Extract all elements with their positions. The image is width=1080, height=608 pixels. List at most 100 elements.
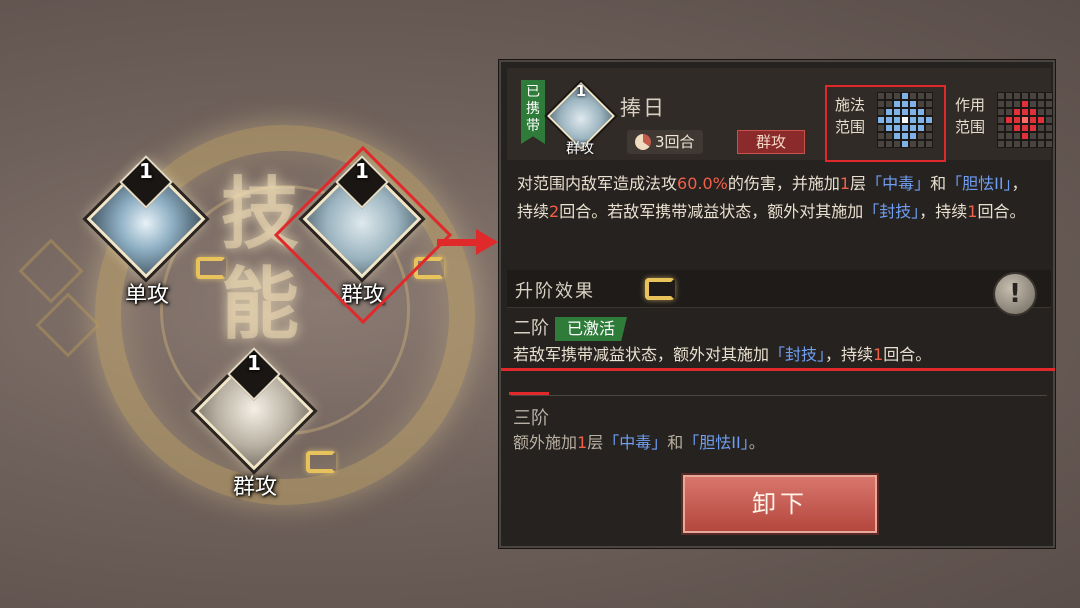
range-cell bbox=[1021, 108, 1029, 116]
desc-text: 对范围内敌军造成法攻 bbox=[517, 174, 678, 193]
range-cell bbox=[1045, 92, 1053, 100]
range-cell bbox=[1005, 116, 1013, 124]
range-cell bbox=[1005, 124, 1013, 132]
skill-slot-group-attack[interactable]: 1 群攻 bbox=[190, 347, 336, 507]
tier-3-description: 额外施加1层「中毒」和「胆怯II」。 bbox=[513, 430, 1043, 456]
range-cell bbox=[997, 100, 1005, 108]
desc-text: 额外施加 bbox=[513, 433, 578, 452]
tier-3: 三阶 额外施加1层「中毒」和「胆怯II」。 bbox=[513, 404, 1043, 456]
range-cell bbox=[1037, 92, 1045, 100]
range-cell bbox=[1013, 100, 1021, 108]
range-cell bbox=[1005, 108, 1013, 116]
status-fear-link[interactable]: 「胆怯II」 bbox=[946, 174, 1011, 193]
status-seal-link[interactable]: 「封技」 bbox=[863, 202, 919, 221]
range-cell bbox=[1029, 132, 1037, 140]
range-cell bbox=[1013, 124, 1021, 132]
gold-scroll-icon bbox=[196, 257, 226, 279]
range-cell bbox=[1021, 92, 1029, 100]
tier-name: 二阶 bbox=[513, 318, 549, 339]
range-cell bbox=[1037, 124, 1045, 132]
gold-scroll-icon bbox=[306, 451, 336, 473]
range-cell bbox=[1013, 92, 1021, 100]
desc-text: 的伤害，并施加 bbox=[727, 174, 840, 193]
desc-text: 层 bbox=[850, 174, 867, 193]
range-cell bbox=[997, 108, 1005, 116]
desc-text: ，持续 bbox=[919, 202, 968, 221]
tier-2: 二阶 已激活 若敌军携带减益状态，额外对其施加「封技」，持续1回合。 bbox=[513, 314, 1043, 368]
effect-range-grid bbox=[997, 92, 1053, 148]
range-cell bbox=[997, 92, 1005, 100]
desc-text: 回合。若敌军携带减益状态，额外对其施加 bbox=[559, 202, 864, 221]
range-cell bbox=[1005, 92, 1013, 100]
upgrade-title: 升阶效果 bbox=[515, 281, 595, 302]
range-cell bbox=[1045, 100, 1053, 108]
desc-text: 层 bbox=[587, 433, 604, 452]
range-cell bbox=[1005, 132, 1013, 140]
attack-type-pill: 群攻 bbox=[737, 130, 805, 154]
range-cell bbox=[997, 124, 1005, 132]
range-cell bbox=[1045, 108, 1053, 116]
range-cell bbox=[997, 140, 1005, 148]
highlight-underline bbox=[501, 368, 1055, 371]
range-cell bbox=[1029, 140, 1037, 148]
skill-detail-panel: 已携带 1 群攻 捧日 3回合 群攻 施法范围 作用范围 对范围内敌军造成法攻6… bbox=[499, 60, 1055, 548]
skill-header: 已携带 1 群攻 捧日 3回合 群攻 施法范围 作用范围 bbox=[507, 68, 1053, 162]
range-cell bbox=[997, 132, 1005, 140]
range-cell bbox=[1013, 140, 1021, 148]
desc-text: 和 bbox=[667, 433, 684, 452]
range-cell bbox=[1013, 116, 1021, 124]
skill-icon-type: 群攻 bbox=[566, 141, 594, 157]
range-cell bbox=[1021, 132, 1029, 140]
desc-text: 若敌军携带减益状态，额外对其施加 bbox=[513, 345, 770, 364]
unload-button[interactable]: 卸下 bbox=[683, 475, 877, 533]
stack-count: 1 bbox=[839, 174, 851, 193]
range-cell bbox=[1013, 132, 1021, 140]
skill-description: 对范围内敌军造成法攻60.0%的伤害，并施加1层「中毒」和「胆怯II」，持续2回… bbox=[511, 170, 1047, 226]
cooldown-text: 3回合 bbox=[655, 133, 695, 151]
tier-active-badge: 已激活 bbox=[555, 317, 628, 341]
tier-2-description: 若敌军携带减益状态，额外对其施加「封技」，持续1回合。 bbox=[513, 342, 1043, 368]
cooldown-pie-icon bbox=[635, 134, 651, 150]
pointer-arrow-icon bbox=[476, 229, 498, 255]
range-cell bbox=[1005, 100, 1013, 108]
stack-count: 1 bbox=[577, 433, 588, 452]
range-cell bbox=[1013, 108, 1021, 116]
range-cell bbox=[1037, 108, 1045, 116]
desc-text: 和 bbox=[930, 174, 947, 193]
status-poison-link[interactable]: 「中毒」 bbox=[603, 433, 667, 452]
range-cell bbox=[1045, 116, 1053, 124]
range-cell bbox=[1029, 108, 1037, 116]
desc-text: 回合。 bbox=[883, 345, 932, 364]
skill-slot-label: 群攻 bbox=[232, 475, 277, 500]
info-icon[interactable]: ! bbox=[993, 272, 1037, 316]
duration-count: 1 bbox=[967, 202, 978, 221]
range-cell bbox=[1045, 132, 1053, 140]
skill-icon: 1 群攻 bbox=[545, 82, 615, 162]
range-cell bbox=[1021, 124, 1029, 132]
range-cell bbox=[1037, 100, 1045, 108]
range-cell bbox=[1021, 140, 1029, 148]
desc-text: 回合。 bbox=[977, 202, 1026, 221]
status-fear-link[interactable]: 「胆怯II」 bbox=[683, 433, 748, 452]
range-cell bbox=[1037, 132, 1045, 140]
status-seal-link[interactable]: 「封技」 bbox=[769, 345, 825, 364]
range-cell bbox=[1021, 100, 1029, 108]
range-cell bbox=[997, 116, 1005, 124]
range-cell bbox=[1037, 140, 1045, 148]
range-cell bbox=[1045, 124, 1053, 132]
effect-range-label: 作用范围 bbox=[954, 96, 985, 136]
upgrade-effects-bar: 升阶效果 ! bbox=[507, 270, 1051, 316]
tier-name: 三阶 bbox=[513, 408, 549, 429]
decorative-tile bbox=[18, 238, 84, 304]
skill-slot-label: 单攻 bbox=[124, 283, 169, 308]
cooldown-box: 3回合 bbox=[627, 130, 703, 154]
skill-icon-level: 1 bbox=[575, 82, 587, 100]
range-cell bbox=[1021, 116, 1029, 124]
skill-slot-single-attack[interactable]: 1 单攻 bbox=[82, 155, 226, 315]
cast-range-highlight-frame bbox=[825, 85, 946, 162]
range-cell bbox=[1029, 100, 1037, 108]
range-cell bbox=[1029, 116, 1037, 124]
gold-scroll-icon bbox=[645, 278, 675, 300]
range-cell bbox=[1037, 116, 1045, 124]
status-poison-link[interactable]: 「中毒」 bbox=[866, 174, 930, 193]
